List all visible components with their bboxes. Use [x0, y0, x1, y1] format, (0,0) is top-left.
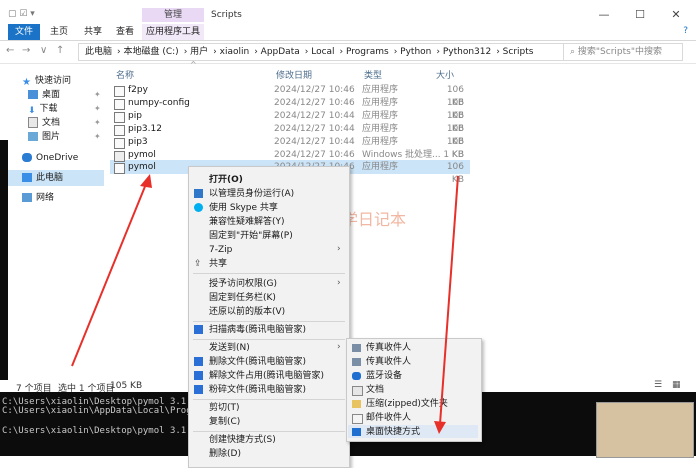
- annotation-arrows: [71, 174, 459, 434]
- annotation-arrowhead: [434, 421, 446, 434]
- annotation-arrow-to-desktop-shortcut: [439, 175, 459, 425]
- annotation-arrowhead: [140, 174, 152, 188]
- annotation-arrow-to-pymol: [71, 183, 147, 367]
